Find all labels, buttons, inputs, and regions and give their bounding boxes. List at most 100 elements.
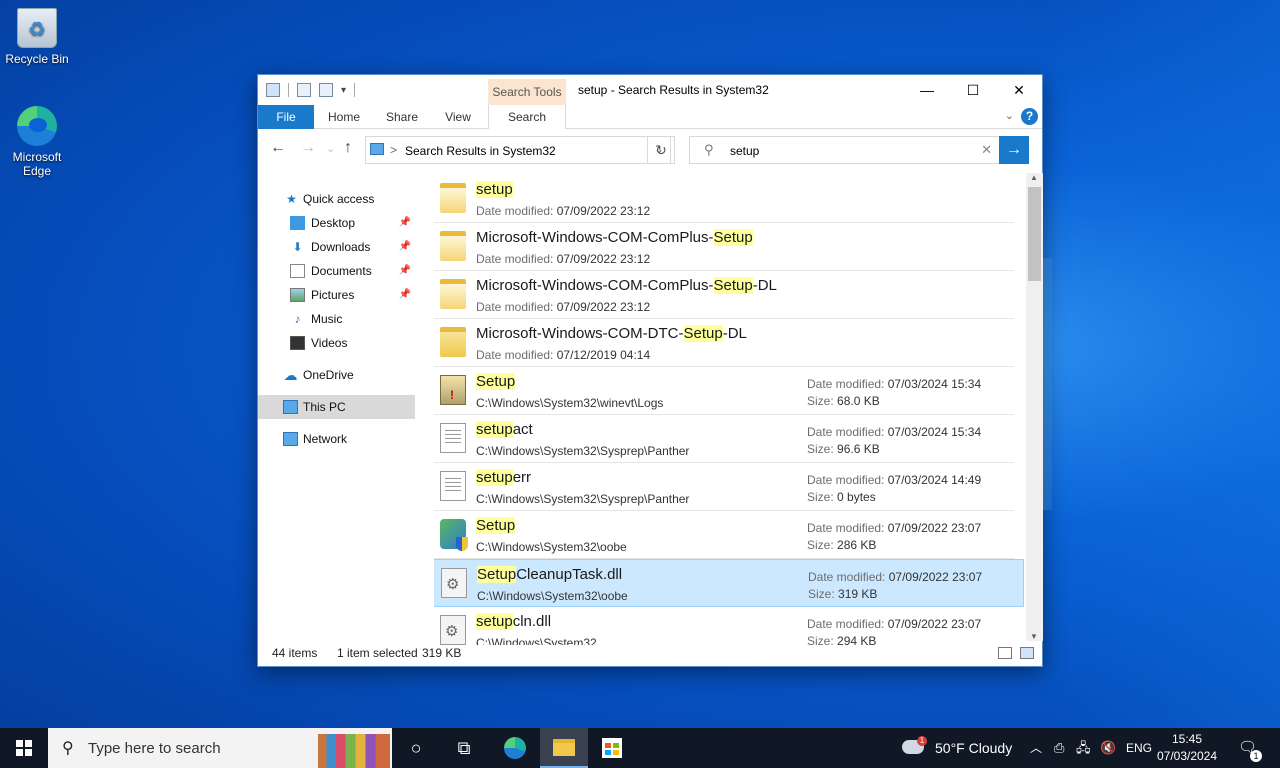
sidebar-item-label: Pictures xyxy=(311,288,355,302)
item-name: Microsoft-Windows-COM-DTC-Setup-DL xyxy=(476,325,747,342)
sidebar-item-desktop[interactable]: Desktop 📌 xyxy=(258,211,415,235)
store-icon xyxy=(602,738,622,758)
taskbar-edge[interactable] xyxy=(490,728,538,768)
list-item[interactable]: Setup C:\Windows\System32\winevt\Logs Da… xyxy=(434,367,1014,415)
text-file-icon xyxy=(440,471,466,501)
item-size: Size: 319 KB xyxy=(808,587,878,601)
list-item-selected[interactable]: SetupCleanupTask.dll C:\Windows\System32… xyxy=(434,559,1024,607)
customize-qat-icon[interactable]: ▾ xyxy=(341,85,346,96)
item-size: Size: 96.6 KB xyxy=(807,442,880,456)
list-item[interactable]: Microsoft-Windows-COM-ComPlus-Setup-DL D… xyxy=(434,271,1014,319)
details-view-icon[interactable] xyxy=(998,647,1012,659)
list-item[interactable]: Microsoft-Windows-COM-ComPlus-Setup Date… xyxy=(434,223,1014,271)
breadcrumb[interactable]: Search Results in System32 xyxy=(405,144,556,158)
item-date: Date modified: 07/03/2024 15:34 xyxy=(807,377,982,391)
refresh-button[interactable]: ↻ xyxy=(647,136,675,164)
sidebar-item-this-pc[interactable]: This PC xyxy=(258,395,415,419)
text-file-icon xyxy=(440,423,466,453)
sidebar-item-onedrive[interactable]: ☁ OneDrive xyxy=(258,363,415,387)
tab-share[interactable]: Share xyxy=(380,105,424,129)
expand-ribbon-icon[interactable]: ⌄ xyxy=(1005,109,1014,122)
title-bar[interactable]: ▾ Search Tools setup - Search Results in… xyxy=(258,75,1042,105)
desktop-icon-edge[interactable]: Microsoft Edge xyxy=(1,106,73,178)
network-tray-icon[interactable]: 🖧 xyxy=(1076,728,1091,768)
sidebar-item-label: Music xyxy=(311,312,343,326)
pin-icon[interactable]: 📌 xyxy=(399,235,411,259)
sidebar-item-downloads[interactable]: ⬇ Downloads 📌 xyxy=(258,235,415,259)
list-item[interactable]: Setup C:\Windows\System32\oobe Date modi… xyxy=(434,511,1014,559)
item-date: Date modified: 07/09/2022 23:12 xyxy=(476,300,651,314)
search-tools-context-label: Search Tools xyxy=(488,79,566,105)
recent-locations-icon[interactable]: ⌄ xyxy=(326,142,335,155)
sidebar-item-quick-access[interactable]: ★ Quick access xyxy=(258,187,415,211)
help-icon[interactable]: ? xyxy=(1021,108,1038,125)
computer-icon xyxy=(283,400,298,414)
search-highlight-image[interactable] xyxy=(318,734,390,768)
large-icons-view-icon[interactable] xyxy=(1020,647,1034,659)
sidebar-item-label: Downloads xyxy=(311,240,371,254)
notifications-icon[interactable]: 🗨 xyxy=(1238,728,1257,768)
forward-button[interactable]: → xyxy=(300,139,316,157)
list-item[interactable]: setupact C:\Windows\System32\Sysprep\Pan… xyxy=(434,415,1014,463)
new-folder-icon[interactable] xyxy=(319,83,333,97)
documents-icon xyxy=(290,264,305,278)
item-name: Microsoft-Windows-COM-ComPlus-Setup xyxy=(476,229,753,246)
tab-search[interactable]: Search xyxy=(488,105,566,129)
search-box[interactable]: ⚲ setup ✕ xyxy=(689,136,1001,164)
taskbar-file-explorer[interactable] xyxy=(540,728,588,768)
address-bar[interactable]: > Search Results in System32 ⌄ xyxy=(365,136,671,164)
sidebar-item-label: Documents xyxy=(311,264,372,278)
downloads-icon: ⬇ xyxy=(292,240,303,254)
scroll-up-icon[interactable]: ▲ xyxy=(1030,173,1038,182)
list-item[interactable]: setuperr C:\Windows\System32\Sysprep\Pan… xyxy=(434,463,1014,511)
item-date: Date modified: 07/09/2022 23:07 xyxy=(807,617,982,631)
language-indicator[interactable]: ENG xyxy=(1126,728,1152,768)
weather-widget[interactable]: 50°F Cloudy xyxy=(935,728,1012,768)
desktop-icon-recycle-bin[interactable]: Recycle Bin xyxy=(1,8,73,66)
search-input[interactable]: setup xyxy=(730,144,759,158)
pin-icon[interactable]: 📌 xyxy=(399,211,411,235)
sidebar-item-label: OneDrive xyxy=(303,368,354,382)
sidebar-item-label: Network xyxy=(303,432,348,446)
scrollbar-thumb[interactable] xyxy=(1028,187,1041,281)
tab-view[interactable]: View xyxy=(436,105,480,129)
back-button[interactable]: ← xyxy=(270,139,286,157)
sidebar-item-pictures[interactable]: Pictures 📌 xyxy=(258,283,415,307)
maximize-button[interactable]: ☐ xyxy=(950,75,996,105)
list-item[interactable]: Microsoft-Windows-COM-DTC-Setup-DL Date … xyxy=(434,319,1014,367)
volume-muted-icon[interactable]: 🔇 xyxy=(1100,728,1116,768)
notification-count: 1 xyxy=(1250,750,1262,762)
task-view-icon[interactable]: ⧉ xyxy=(440,728,488,768)
taskbar-store[interactable] xyxy=(588,728,636,768)
sidebar-item-videos[interactable]: Videos xyxy=(258,331,415,355)
properties-icon[interactable] xyxy=(297,83,311,97)
window-title: setup - Search Results in System32 xyxy=(578,83,769,97)
item-size: Size: 0 bytes xyxy=(807,490,876,504)
item-name: SetupCleanupTask.dll xyxy=(477,566,623,583)
close-button[interactable]: ✕ xyxy=(996,75,1042,105)
separator xyxy=(288,83,289,97)
up-button[interactable]: ↑ xyxy=(344,139,352,157)
minimize-button[interactable]: — xyxy=(904,75,950,105)
clock[interactable]: 15:45 07/03/2024 xyxy=(1152,731,1222,765)
sidebar-item-documents[interactable]: Documents 📌 xyxy=(258,259,415,283)
sidebar-item-music[interactable]: ♪ Music xyxy=(258,307,415,331)
list-item[interactable]: setup Date modified: 07/09/2022 23:12 xyxy=(434,175,1014,223)
pin-icon[interactable]: 📌 xyxy=(399,259,411,283)
clear-search-icon[interactable]: ✕ xyxy=(981,142,992,158)
sidebar-item-network[interactable]: Network xyxy=(258,427,415,451)
search-go-button[interactable]: → xyxy=(999,136,1029,164)
windows-logo-icon xyxy=(16,740,32,756)
show-hidden-icons-icon[interactable]: ︿ xyxy=(1030,728,1042,768)
cortana-icon[interactable]: ○ xyxy=(392,728,440,768)
sidebar-item-label: This PC xyxy=(303,400,346,414)
edge-icon xyxy=(17,106,57,146)
vertical-scrollbar[interactable]: ▲ ▼ xyxy=(1026,173,1043,641)
item-name: setupcln.dll xyxy=(476,613,552,630)
pin-icon[interactable]: 📌 xyxy=(399,283,411,307)
taskbar-search[interactable]: ⚲ Type here to search xyxy=(48,728,392,768)
meet-now-icon[interactable]: ⎙ xyxy=(1054,728,1064,768)
tab-file[interactable]: File xyxy=(258,105,314,129)
start-button[interactable] xyxy=(0,728,48,768)
tab-home[interactable]: Home xyxy=(322,105,366,129)
